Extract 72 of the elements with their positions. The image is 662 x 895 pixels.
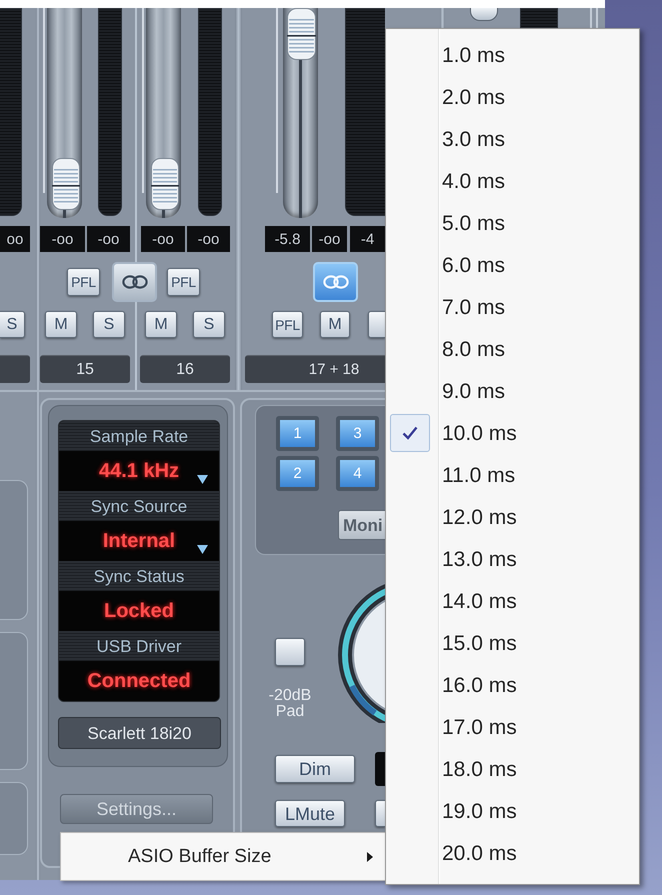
submenu-arrow-icon (367, 852, 373, 862)
menu-item[interactable]: 6.0 ms (386, 244, 639, 286)
solo-button[interactable] (368, 311, 385, 338)
meter-reading: -oo (40, 226, 85, 252)
channel-label: 17 + 18 (245, 355, 385, 383)
mute-button[interactable]: LMute (275, 800, 345, 827)
solo-button[interactable]: S (0, 311, 25, 338)
pad-button[interactable] (275, 638, 305, 666)
menu-item[interactable]: 4.0 ms (386, 160, 639, 202)
menu-item[interactable]: 20.0 ms (386, 832, 639, 874)
menu-item[interactable]: ASIO Buffer Size (61, 833, 385, 880)
menu-item[interactable]: 17.0 ms (386, 706, 639, 748)
meter-reading: -5.8 (265, 226, 310, 252)
pfl-button[interactable]: PFL (272, 311, 303, 338)
menu-item[interactable]: 12.0 ms (386, 496, 639, 538)
menu-item[interactable]: 11.0 ms (386, 454, 639, 496)
link-icon (322, 275, 348, 289)
label-bar (0, 355, 30, 383)
menu-item[interactable]: 9.0 ms (386, 370, 639, 412)
solo-button[interactable]: S (93, 311, 125, 338)
menu-item[interactable]: 8.0 ms (386, 328, 639, 370)
mute-button[interactable]: M (45, 311, 77, 338)
meter-reading: -oo (87, 226, 130, 252)
monitor-button[interactable]: Moni (338, 510, 385, 540)
strip-divider (590, 8, 592, 28)
fader-thumb[interactable] (470, 8, 498, 21)
pfl-button[interactable]: PFL (167, 268, 200, 296)
channel-label: 15 (40, 355, 130, 383)
dropdown-arrow-icon (197, 545, 208, 554)
status-label: Sync Source (59, 491, 219, 521)
meter-reading: -oo (187, 226, 230, 252)
menu-item[interactable]: 2.0 ms (386, 76, 639, 118)
pfl-button[interactable]: PFL (67, 268, 100, 296)
display-screen (375, 752, 385, 786)
status-label: Sample Rate (59, 421, 219, 451)
dim-button[interactable]: Dim (275, 755, 355, 783)
fader-track[interactable] (41, 8, 85, 218)
meter-reading: -oo (141, 226, 185, 252)
menu-item[interactable]: 1.0 ms (386, 34, 639, 76)
pad-label: -20dB Pad (268, 688, 312, 720)
mute-button[interactable]: M (320, 311, 350, 338)
link-icon (122, 275, 148, 289)
menu-item[interactable]: 3.0 ms (386, 118, 639, 160)
menu-item[interactable]: 13.0 ms (386, 538, 639, 580)
mute-button[interactable]: M (145, 311, 177, 338)
link-button[interactable] (112, 262, 157, 302)
menu-item[interactable]: 10.0 ms (386, 412, 639, 454)
checkmark-icon (390, 414, 430, 452)
menu-item[interactable]: 18.0 ms (386, 748, 639, 790)
status-label: USB Driver (59, 631, 219, 661)
meter-reading: oo (0, 226, 30, 252)
menu-item[interactable]: 14.0 ms (386, 580, 639, 622)
meter-reading: -4 (350, 226, 385, 252)
channel-label: 16 (140, 355, 230, 383)
menu-item[interactable]: 15.0 ms (386, 622, 639, 664)
fader-thumb[interactable] (52, 158, 80, 210)
link-button[interactable] (313, 262, 358, 302)
toggle-button[interactable] (375, 800, 385, 827)
meter-reading: -oo (312, 226, 347, 252)
menu-item[interactable]: 16.0 ms (386, 664, 639, 706)
level-meter (520, 8, 558, 28)
fader-thumb[interactable] (151, 158, 179, 210)
fader-track[interactable] (140, 8, 184, 218)
menu-item[interactable]: 5.0 ms (386, 202, 639, 244)
fader-thumb[interactable] (287, 8, 316, 60)
menu-item[interactable]: 19.0 ms (386, 790, 639, 832)
solo-button[interactable]: S (193, 311, 225, 338)
device-name-display: Scarlett 18i20 (58, 717, 221, 749)
menu-item[interactable]: 7.0 ms (386, 286, 639, 328)
strip-divider (596, 8, 598, 28)
status-label: Sync Status (59, 561, 219, 591)
dropdown-arrow-icon (197, 475, 208, 484)
